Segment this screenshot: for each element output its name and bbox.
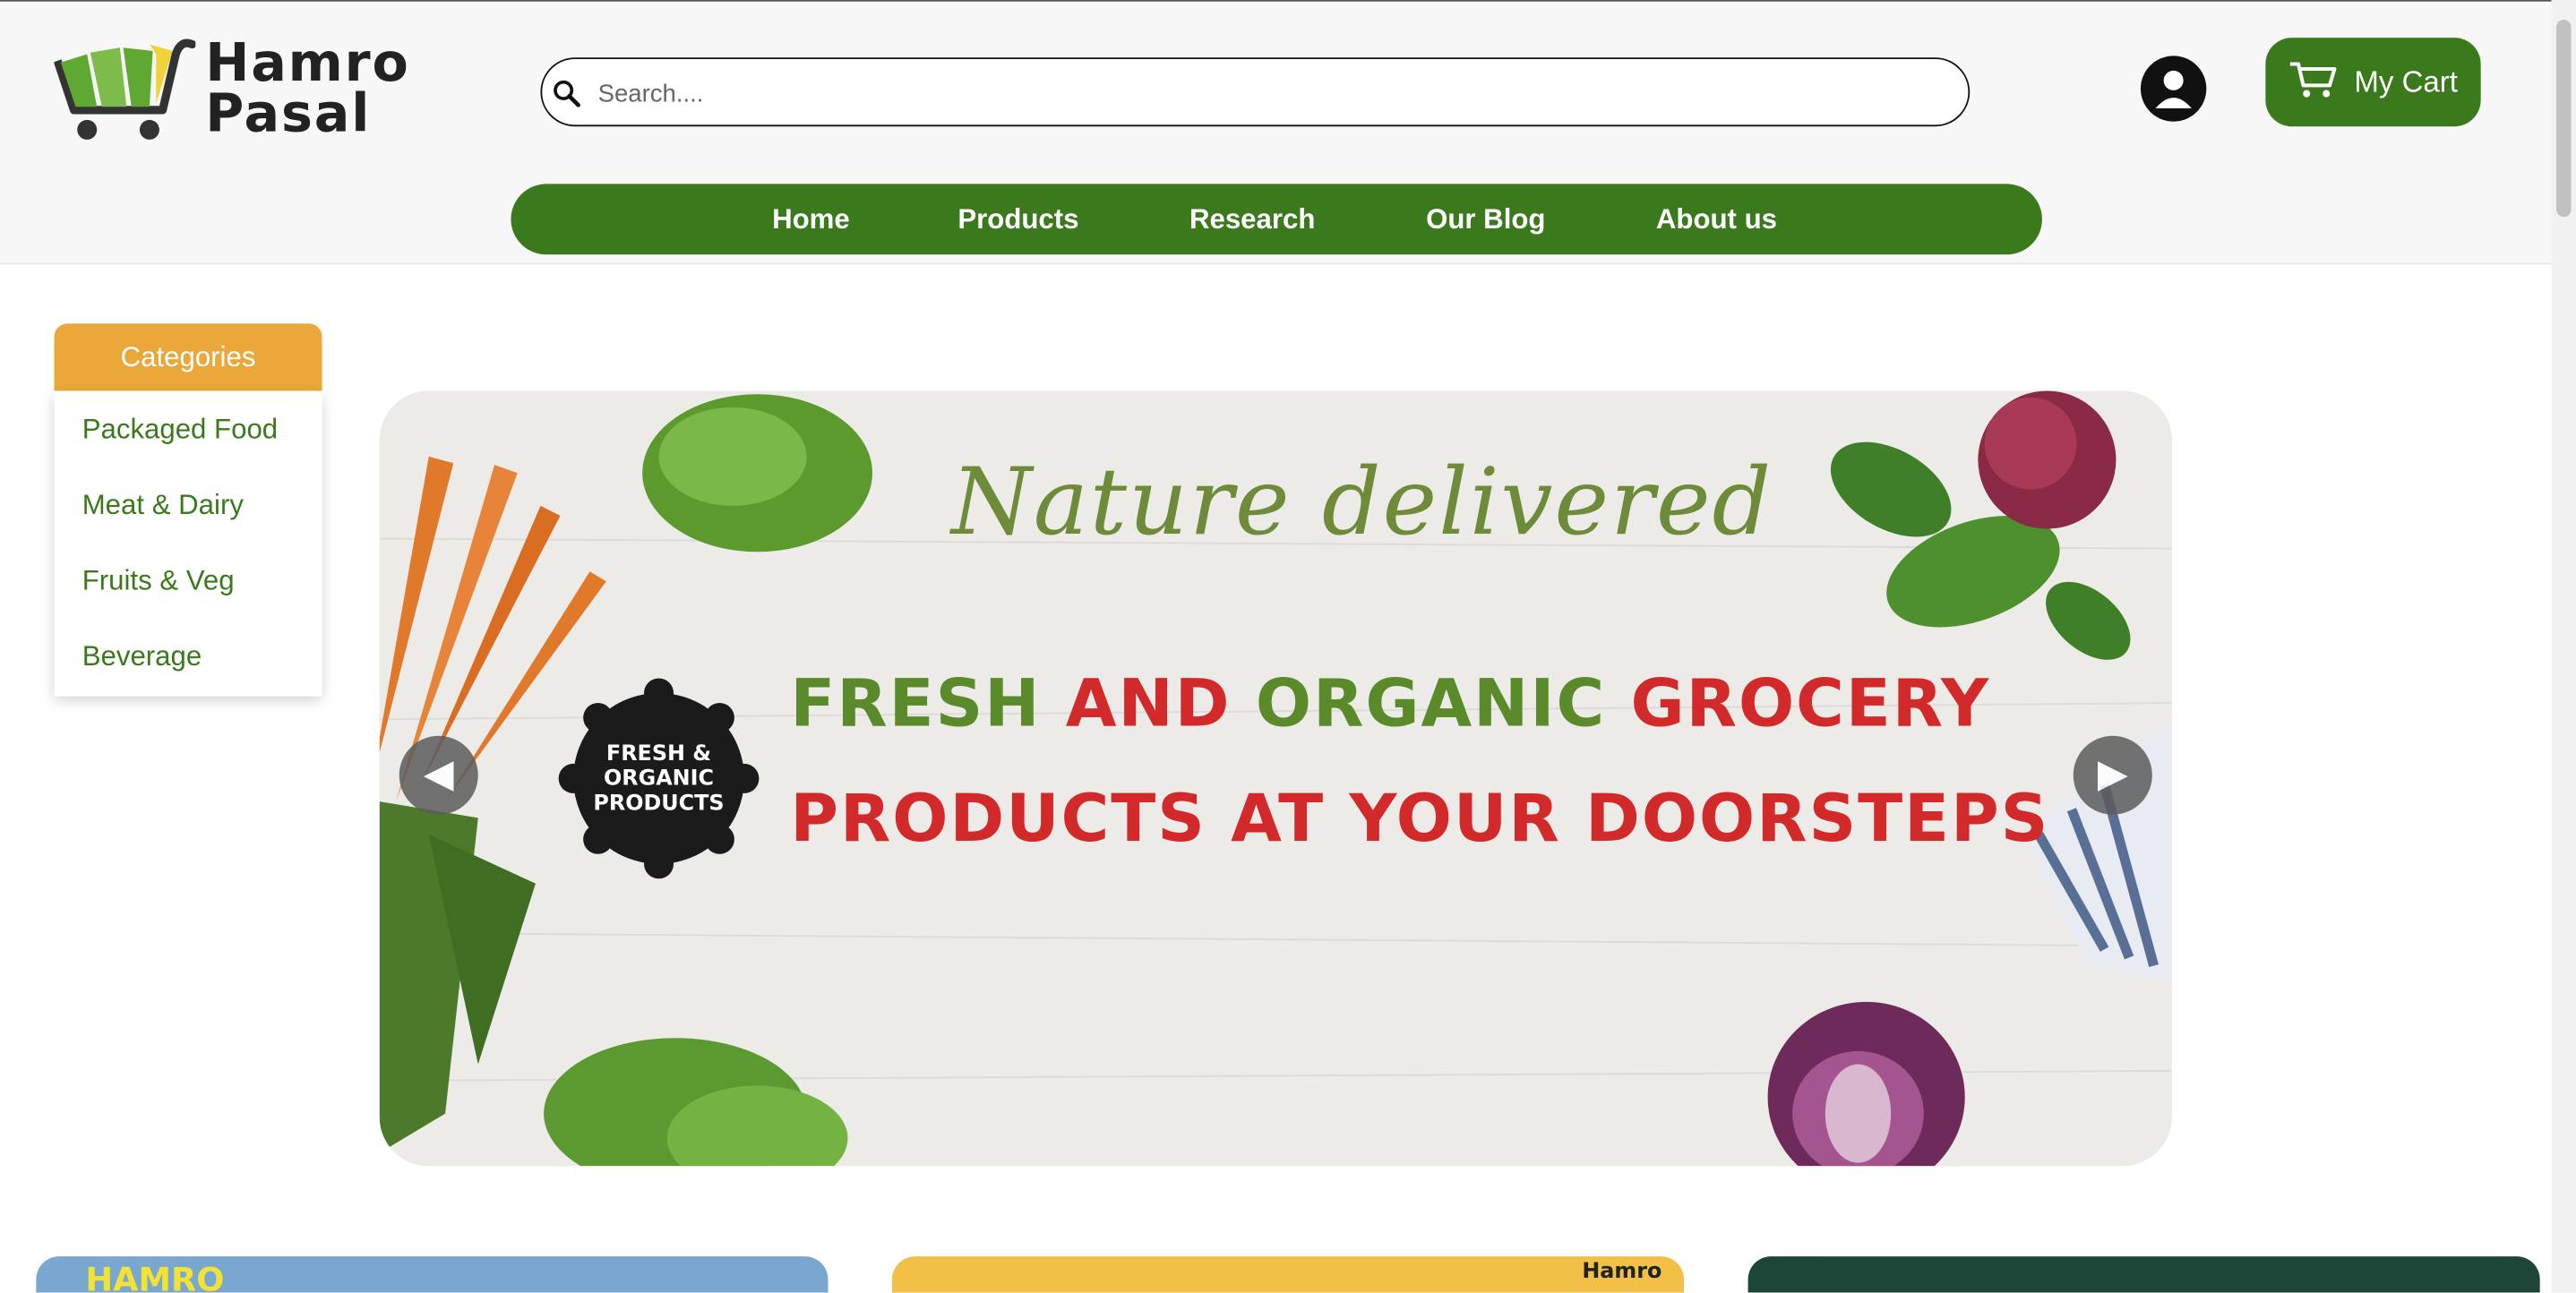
site-header: Hamro Pasal My Cart	[0, 1, 2552, 265]
search-bar[interactable]	[540, 57, 1971, 127]
search-input[interactable]	[594, 72, 1949, 116]
logo-text: Hamro Pasal	[205, 30, 410, 145]
cart-label: My Cart	[2354, 65, 2458, 99]
headline-word-and: AND	[1065, 666, 1232, 743]
promo-2-label: Hamro	[1582, 1259, 1662, 1285]
category-beverage[interactable]: Beverage	[82, 640, 202, 673]
banner-headline-line-1: FRESH AND ORGANIC GROCERY	[790, 666, 1988, 743]
main-nav: Home Products Research Our Blog About us	[511, 184, 2042, 255]
banner-badge: FRESH & ORGANIC PRODUCTS	[577, 742, 741, 817]
scrollbar-thumb[interactable]	[2556, 20, 2572, 218]
nav-research[interactable]: Research	[1189, 203, 1315, 236]
logo-line-2: Pasal	[205, 81, 372, 145]
user-icon	[2155, 70, 2192, 109]
category-fruits-veg[interactable]: Fruits & Veg	[82, 565, 235, 598]
headline-word-grocery: GROCERY	[1630, 666, 1990, 743]
carousel-prev-button[interactable]: ◀	[399, 735, 478, 815]
search-icon[interactable]	[552, 79, 581, 108]
badge-line-2: ORGANIC	[604, 766, 715, 792]
badge-line-3: PRODUCTS	[593, 792, 725, 817]
promo-card-2[interactable]: Hamro	[891, 1256, 1685, 1293]
headline-word-organic: ORGANIC	[1255, 666, 1607, 743]
headline-word-fresh: FRESH	[790, 666, 1042, 743]
nav-our-blog[interactable]: Our Blog	[1426, 203, 1545, 236]
page: Hamro Pasal My Cart	[0, 0, 2576, 1293]
categories-button[interactable]: Categories	[54, 323, 322, 391]
cart-logo-icon	[53, 39, 197, 140]
nav-home[interactable]: Home	[772, 203, 850, 236]
my-cart-button[interactable]: My Cart	[2265, 38, 2481, 127]
arrow-left-icon: ◀	[423, 752, 454, 797]
nav-products[interactable]: Products	[957, 203, 1078, 236]
promo-card-3[interactable]	[1747, 1256, 2540, 1293]
categories-menu: Packaged Food Meat & Dairy Fruits & Veg …	[54, 390, 322, 697]
carousel-next-button[interactable]: ▶	[2073, 735, 2152, 815]
nav-about-us[interactable]: About us	[1656, 203, 1777, 236]
logo[interactable]: Hamro Pasal	[53, 30, 416, 145]
category-packaged-food[interactable]: Packaged Food	[82, 414, 278, 447]
banner-tagline: Nature delivered	[951, 450, 1773, 557]
arrow-right-icon: ▶	[2097, 752, 2128, 797]
promo-1-label: HAMRO	[85, 1259, 225, 1293]
category-meat-dairy[interactable]: Meat & Dairy	[82, 490, 244, 523]
banner-headline-line-2: PRODUCTS AT YOUR DOORSTEPS	[790, 782, 2050, 858]
badge-line-1: FRESH &	[605, 742, 712, 767]
promo-card-1[interactable]: HAMRO	[36, 1256, 829, 1293]
cart-icon	[2289, 62, 2337, 98]
hero-banner: Nature delivered FRESH AND ORGANIC GROCE…	[379, 390, 2172, 1167]
user-account-button[interactable]	[2140, 56, 2207, 122]
logo-line-1: Hamro	[205, 30, 410, 94]
